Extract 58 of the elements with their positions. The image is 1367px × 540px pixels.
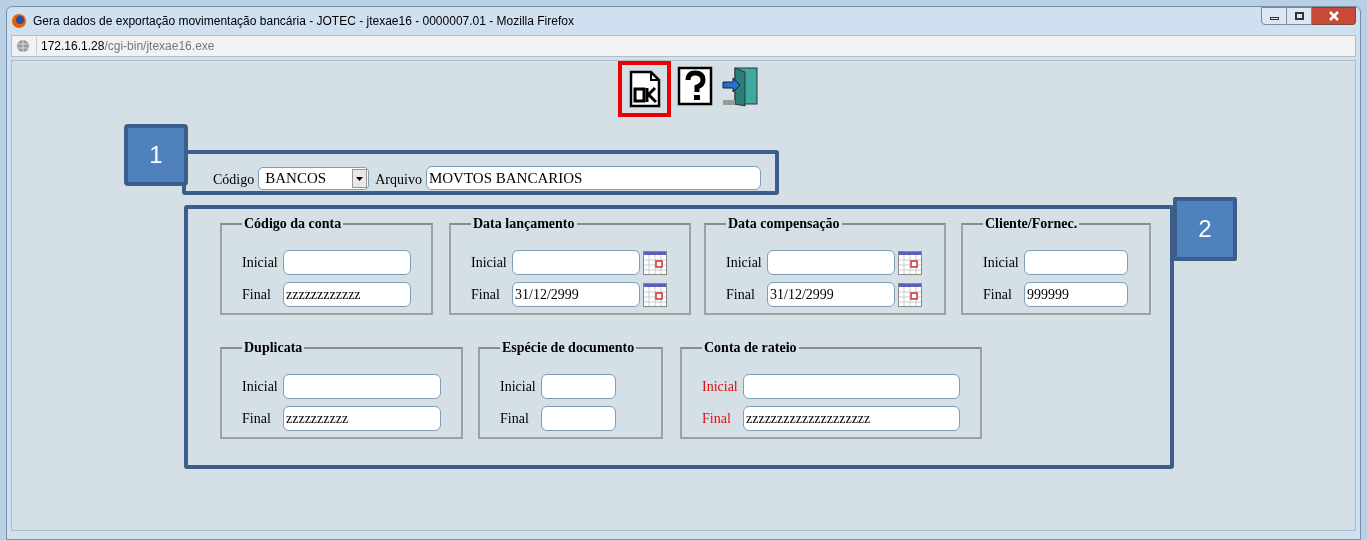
input-field[interactable] — [283, 250, 411, 275]
browser-logo-icon — [11, 13, 27, 29]
input-field[interactable]: zzzzzzzzzz — [283, 406, 441, 431]
calendar-icon[interactable] — [643, 282, 667, 307]
group-title: Código da conta — [243, 215, 343, 233]
field-label: Inicial — [242, 254, 279, 272]
input-field[interactable] — [283, 374, 441, 399]
field-label: Inicial — [726, 254, 763, 272]
input-field[interactable] — [541, 406, 616, 431]
field-label: Inicial — [471, 254, 508, 272]
field-label: Arquivo — [375, 171, 422, 189]
field-label: Inicial — [500, 378, 537, 396]
input-field[interactable] — [1024, 250, 1128, 275]
field-label: Final — [242, 410, 272, 428]
step-marker: 2 — [1173, 197, 1237, 261]
input-field[interactable] — [767, 250, 895, 275]
group-title: Data compensação — [727, 215, 841, 233]
ok-button[interactable] — [618, 61, 671, 117]
globe-icon — [16, 39, 30, 53]
field-label: Final — [726, 286, 756, 304]
calendar-icon[interactable] — [898, 250, 922, 275]
field-label: Inicial — [242, 378, 279, 396]
maximize-button[interactable] — [1287, 7, 1312, 25]
group-title: Duplicata — [243, 339, 304, 357]
calendar-icon[interactable] — [643, 250, 667, 275]
input-field[interactable]: MOVTOS BANCARIOS — [425, 166, 761, 190]
input-field[interactable] — [512, 250, 640, 275]
field-label: Final — [242, 286, 272, 304]
minimize-icon — [1269, 17, 1279, 20]
field-label: Código — [213, 171, 255, 189]
input-field[interactable] — [743, 374, 960, 399]
dropdown[interactable]: BANCOS — [258, 167, 370, 190]
field-label: Final — [500, 410, 530, 428]
input-field[interactable]: zzzzzzzzzzzzzzzzzzzz — [743, 406, 960, 431]
url-text[interactable]: 172.16.1.28/cgi-bin/jtexae16.exe — [36, 37, 215, 55]
input-field[interactable]: 31/12/2999 — [767, 282, 895, 307]
close-button[interactable] — [1312, 7, 1356, 25]
input-field[interactable]: 31/12/2999 — [512, 282, 640, 307]
input-field[interactable]: zzzzzzzzzzzz — [283, 282, 411, 307]
calendar-icon[interactable] — [898, 282, 922, 307]
field-label: Final — [983, 286, 1013, 304]
field-label: Final — [471, 286, 501, 304]
help-icon[interactable] — [677, 66, 715, 108]
field-label: Final — [702, 410, 732, 428]
field-label: Inicial — [983, 254, 1020, 272]
close-icon — [1327, 11, 1340, 21]
group-title: Data lançamento — [472, 215, 576, 233]
group-title: Espécie de documento — [501, 339, 636, 357]
input-field[interactable]: 999999 — [1024, 282, 1128, 307]
field-label: Inicial — [702, 378, 739, 396]
step-marker: 1 — [124, 124, 188, 186]
minimize-button[interactable] — [1261, 7, 1287, 25]
input-field[interactable] — [541, 374, 616, 399]
exit-door-icon[interactable] — [721, 66, 761, 108]
maximize-icon — [1294, 12, 1304, 20]
window-title: Gera dados de exportação movimentação bancária - JOTEC - jtexae16 - 0000007.01 - Mozilla Firefox — [33, 13, 574, 30]
group-title: Cliente/Fornec. — [984, 215, 1079, 233]
group-title: Conta de rateio — [703, 339, 798, 357]
